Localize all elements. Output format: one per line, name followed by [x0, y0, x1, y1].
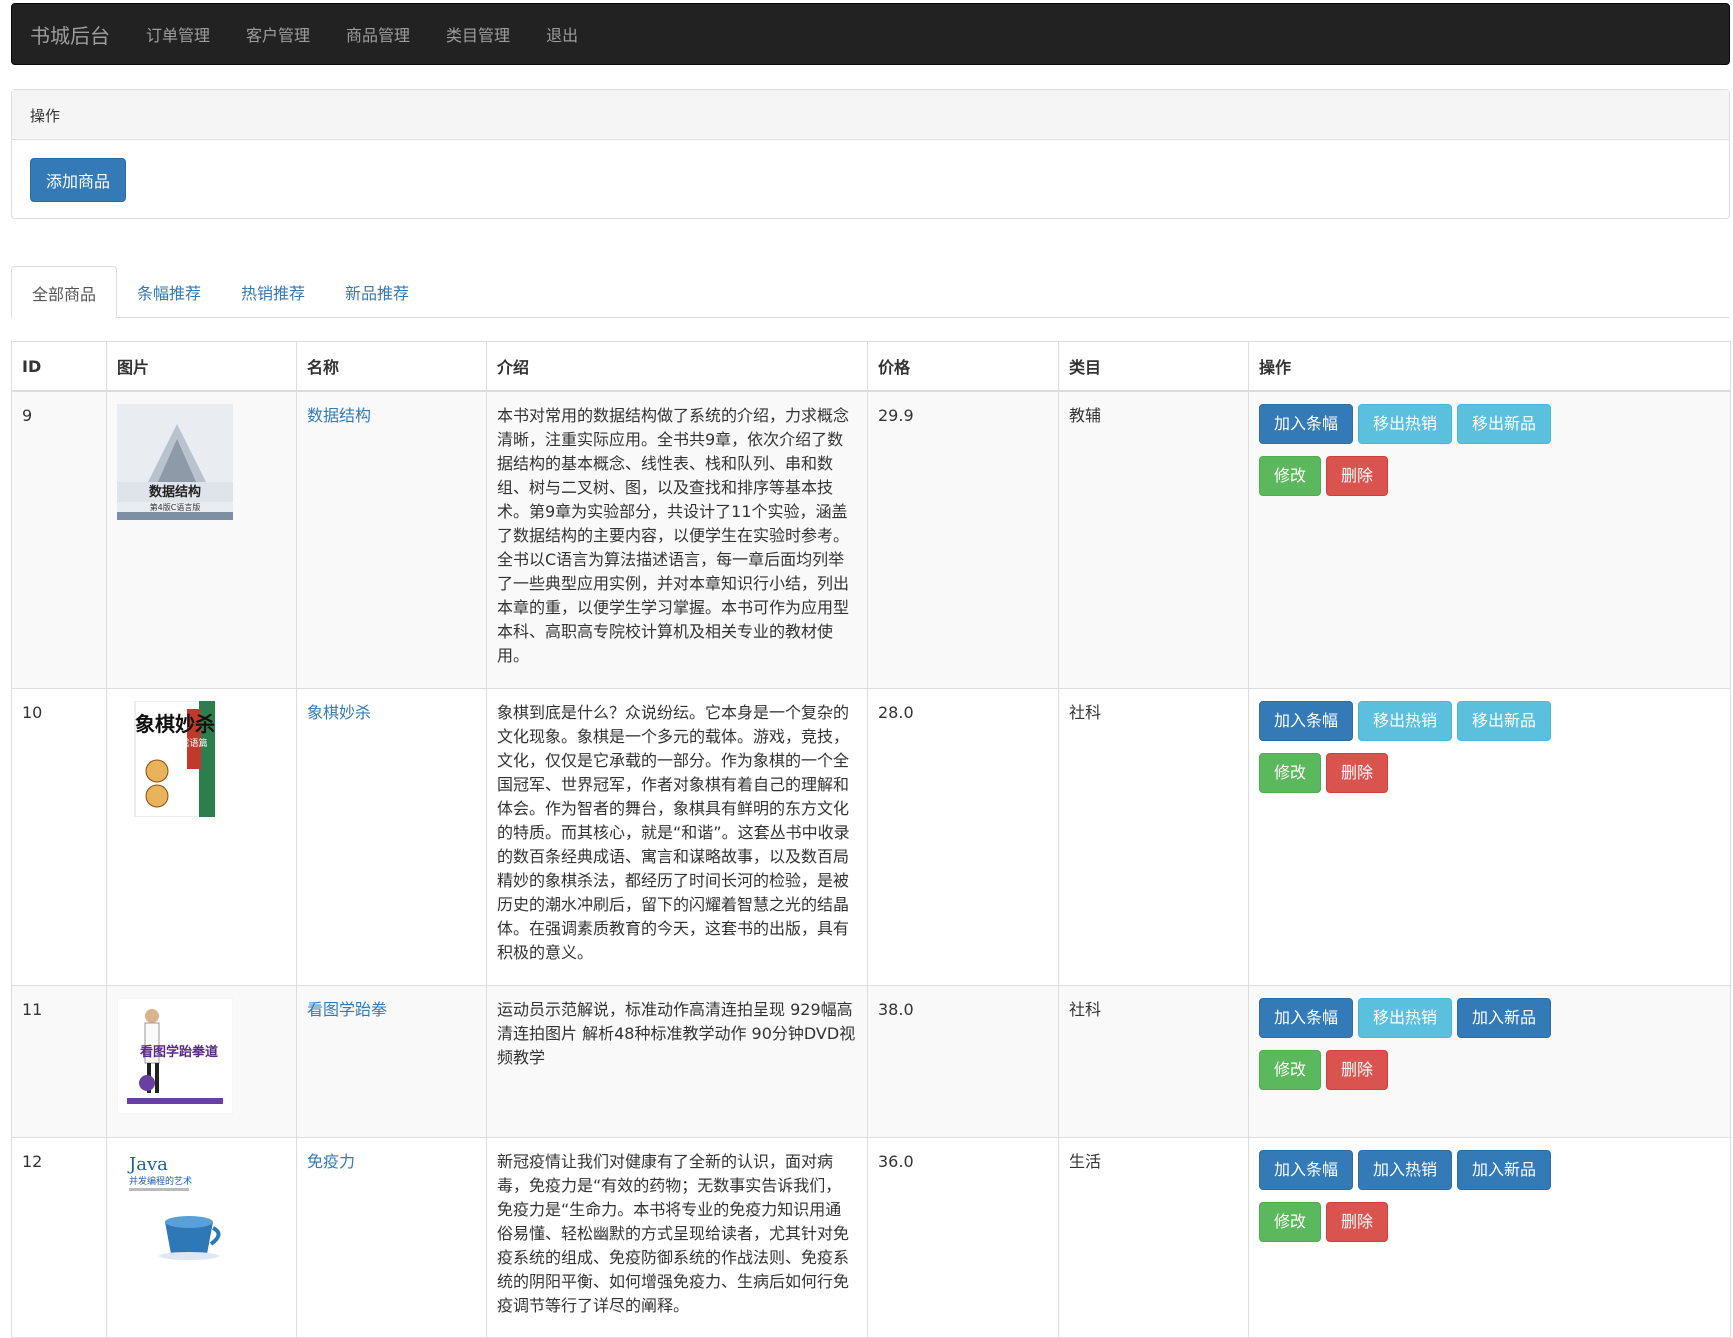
- col-header-category: 类目: [1058, 341, 1249, 392]
- brand-logo[interactable]: 书城后台: [12, 20, 128, 49]
- remove-hot-button[interactable]: 移出热销: [1358, 404, 1453, 444]
- nav-logout[interactable]: 退出: [528, 22, 596, 46]
- row-category: 社科: [1058, 984, 1249, 1138]
- book-cover-image: Java 并发编程的艺术: [117, 1149, 233, 1266]
- remove-hot-button[interactable]: 移出热销: [1358, 997, 1453, 1038]
- edit-button[interactable]: 修改: [1259, 1201, 1322, 1242]
- col-header-id: ID: [11, 341, 107, 392]
- cover-subtitle: 并发编程的艺术: [129, 1175, 192, 1187]
- col-header-price: 价格: [867, 341, 1059, 392]
- row-image-cell: Java 并发编程的艺术: [106, 1136, 297, 1338]
- row-name-cell: 象棋妙杀: [296, 687, 487, 986]
- table-row: 10 象棋妙杀 成语篇 象棋妙杀 象棋到底是什么？众说纷纭。它本身是一个复杂的文…: [11, 687, 1731, 986]
- row-price: 38.0: [867, 984, 1059, 1138]
- book-cover-image: 看图学跆拳道: [117, 997, 233, 1114]
- add-new-button[interactable]: 加入新品: [1457, 997, 1552, 1038]
- delete-button[interactable]: 删除: [1326, 1049, 1389, 1090]
- nav-categories[interactable]: 类目管理: [428, 22, 528, 46]
- panel-body: 添加商品: [12, 140, 1729, 220]
- add-banner-button[interactable]: 加入条幅: [1259, 997, 1354, 1038]
- row-image-cell: 数据结构 第4版C语言版: [106, 390, 297, 689]
- tab-all-products[interactable]: 全部商品: [11, 266, 118, 319]
- product-name-link[interactable]: 象棋妙杀: [307, 703, 371, 722]
- tab-hot-recommend[interactable]: 热销推荐: [221, 266, 325, 318]
- cover-subtitle: 成语篇: [180, 737, 207, 749]
- product-name-link[interactable]: 数据结构: [307, 406, 371, 425]
- row-id: 12: [11, 1136, 107, 1338]
- row-price: 36.0: [867, 1136, 1059, 1338]
- top-navbar: 书城后台 订单管理 客户管理 商品管理 类目管理 退出: [11, 3, 1730, 65]
- row-category: 社科: [1058, 687, 1249, 986]
- product-name-link[interactable]: 看图学跆拳: [307, 1000, 387, 1019]
- remove-hot-button[interactable]: 移出热销: [1358, 700, 1453, 741]
- add-product-button[interactable]: 添加商品: [30, 158, 127, 202]
- book-cover-image: 象棋妙杀 成语篇: [117, 700, 233, 817]
- add-banner-button[interactable]: 加入条幅: [1259, 700, 1354, 741]
- cover-title: 数据结构: [149, 484, 201, 500]
- book-cover-image: 数据结构 第4版C语言版: [117, 404, 233, 520]
- operation-panel: 操作 添加商品: [11, 89, 1730, 219]
- row-category: 生活: [1058, 1136, 1249, 1338]
- cover-title: 象棋妙杀: [135, 712, 215, 736]
- row-ops-cell: 加入条幅 移出热销 移出新品 修改 删除: [1248, 390, 1731, 689]
- row-ops-cell: 加入条幅 移出热销 加入新品 修改 删除: [1248, 984, 1731, 1138]
- col-header-intro: 介绍: [486, 341, 868, 392]
- add-new-button[interactable]: 加入新品: [1457, 1149, 1552, 1190]
- cover-title: 看图学跆拳道: [140, 1044, 218, 1060]
- delete-button[interactable]: 删除: [1326, 456, 1389, 496]
- nav-orders[interactable]: 订单管理: [128, 22, 228, 46]
- edit-button[interactable]: 修改: [1259, 456, 1322, 496]
- col-header-name: 名称: [296, 341, 487, 392]
- delete-button[interactable]: 删除: [1326, 752, 1389, 793]
- col-header-image: 图片: [106, 341, 297, 392]
- row-intro: 本书对常用的数据结构做了系统的介绍，力求概念清晰，注重实际应用。全书共9章，依次…: [486, 390, 868, 689]
- tab-banner-recommend[interactable]: 条幅推荐: [117, 266, 221, 318]
- cover-subtitle: 第4版C语言版: [150, 502, 201, 512]
- col-header-operations: 操作: [1248, 341, 1731, 392]
- row-image-cell: 象棋妙杀 成语篇: [106, 687, 297, 986]
- row-category: 教辅: [1058, 390, 1249, 689]
- table-header-row: ID 图片 名称 介绍 价格 类目 操作: [11, 341, 1731, 392]
- row-price: 29.9: [867, 390, 1059, 689]
- row-id: 9: [11, 390, 107, 689]
- row-ops-cell: 加入条幅 加入热销 加入新品 修改 删除: [1248, 1136, 1731, 1338]
- product-tabs: 全部商品 条幅推荐 热销推荐 新品推荐: [11, 266, 1730, 319]
- nav-products[interactable]: 商品管理: [328, 22, 428, 46]
- nav-customers[interactable]: 客户管理: [228, 22, 328, 46]
- add-banner-button[interactable]: 加入条幅: [1259, 404, 1354, 444]
- delete-button[interactable]: 删除: [1326, 1201, 1389, 1242]
- product-name-link[interactable]: 免疫力: [307, 1152, 355, 1171]
- edit-button[interactable]: 修改: [1259, 752, 1322, 793]
- row-price: 28.0: [867, 687, 1059, 986]
- add-banner-button[interactable]: 加入条幅: [1259, 1149, 1354, 1190]
- remove-new-button[interactable]: 移出新品: [1457, 700, 1552, 741]
- row-image-cell: 看图学跆拳道: [106, 984, 297, 1138]
- row-intro: 运动员示范解说，标准动作高清连拍呈现 929幅高清连拍图片 解析48种标准教学动…: [486, 984, 868, 1138]
- table-row: 12 Java 并发编程的艺术 免疫力 新冠疫情让我们对健康有了全新的认识，面对…: [11, 1136, 1731, 1338]
- table-row: 11 看图学跆拳道 看图学跆拳 运动员示范解说，标准动作高清连拍呈现 929幅高…: [11, 984, 1731, 1138]
- add-hot-button[interactable]: 加入热销: [1358, 1149, 1453, 1190]
- table-row: 9 数据结构 第4版C语言版 数据结构 本书对常用的数据结构做了系统的介绍，力求…: [11, 390, 1731, 689]
- row-intro: 象棋到底是什么？众说纷纭。它本身是一个复杂的文化现象。象棋是一个多元的载体。游戏…: [486, 687, 868, 986]
- row-name-cell: 免疫力: [296, 1136, 487, 1338]
- edit-button[interactable]: 修改: [1259, 1049, 1322, 1090]
- row-ops-cell: 加入条幅 移出热销 移出新品 修改 删除: [1248, 687, 1731, 986]
- row-name-cell: 数据结构: [296, 390, 487, 689]
- row-id: 10: [11, 687, 107, 986]
- panel-heading: 操作: [12, 90, 1729, 140]
- product-table: ID 图片 名称 介绍 价格 类目 操作 9 数据结构 第4版C语言版 数据结构…: [11, 341, 1731, 1338]
- tab-new-recommend[interactable]: 新品推荐: [325, 266, 429, 318]
- row-intro: 新冠疫情让我们对健康有了全新的认识，面对病毒，免疫力是“有效的药物；无数事实告诉…: [486, 1136, 868, 1338]
- remove-new-button[interactable]: 移出新品: [1457, 404, 1552, 444]
- row-id: 11: [11, 984, 107, 1138]
- cover-title: Java: [127, 1154, 168, 1175]
- row-name-cell: 看图学跆拳: [296, 984, 487, 1138]
